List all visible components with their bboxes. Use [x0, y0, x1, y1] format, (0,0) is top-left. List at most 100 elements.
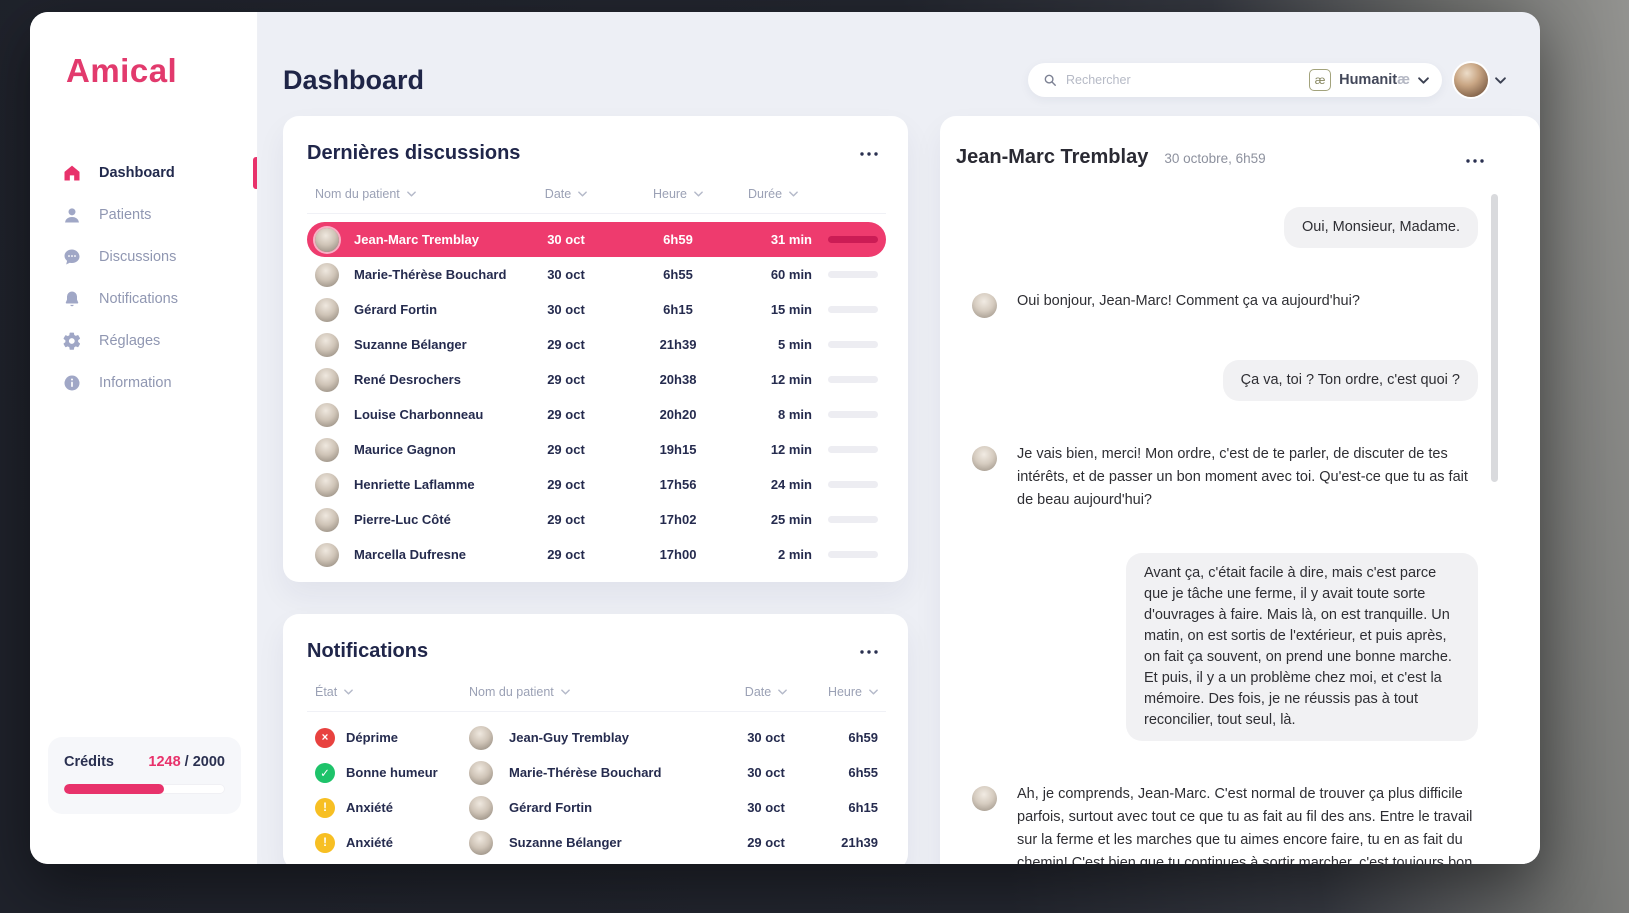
chat-datetime: 30 octobre, 6h59	[1164, 151, 1265, 166]
patient-name: Henriette Laflamme	[354, 477, 475, 492]
sidebar-item-discussions[interactable]: Discussions	[30, 236, 257, 278]
table-row[interactable]: Maurice Gagnon 29 oct 19h15 12 min	[307, 432, 886, 467]
search-icon	[1043, 73, 1057, 87]
discussion-time: 6h15	[614, 302, 742, 317]
info-icon	[62, 373, 82, 393]
sort-date[interactable]: Date	[518, 187, 614, 201]
search-bar: æ Humanitæ	[1028, 63, 1442, 97]
discussion-duration: 31 min	[742, 232, 812, 247]
notifications-panel: Notifications État Nom du patient Date H…	[283, 614, 908, 864]
chevron-down-icon	[694, 191, 703, 197]
duration-bar-track	[828, 446, 878, 453]
user-icon	[62, 205, 82, 225]
sidebar-item-reglages[interactable]: Réglages	[30, 320, 257, 362]
sidebar-item-patients[interactable]: Patients	[30, 194, 257, 236]
more-options-icon[interactable]	[856, 646, 882, 658]
sort-heure[interactable]: Heure	[814, 685, 878, 699]
search-input[interactable]	[1066, 73, 1309, 87]
credits-card: Crédits 1248 / 2000	[48, 737, 241, 814]
sidebar-item-label: Information	[99, 375, 172, 391]
avatar	[315, 228, 339, 252]
sort-name[interactable]: Nom du patient	[469, 685, 718, 699]
avatar	[315, 403, 339, 427]
notification-time: 6h59	[814, 730, 878, 745]
patient-name: Suzanne Bélanger	[354, 337, 467, 352]
table-row[interactable]: René Desrochers 29 oct 20h38 12 min	[307, 362, 886, 397]
chat-scrollbar[interactable]	[1491, 194, 1498, 482]
chevron-down-icon	[578, 191, 587, 197]
top-header: Dashboard æ Humanitæ	[283, 12, 1540, 116]
sort-heure[interactable]: Heure	[614, 187, 742, 201]
discussion-duration: 12 min	[742, 372, 812, 387]
duration-bar-track	[828, 411, 878, 418]
status-label: Bonne humeur	[346, 765, 438, 780]
patient-name: Gérard Fortin	[354, 302, 437, 317]
avatar	[469, 726, 493, 750]
notification-date: 29 oct	[718, 835, 814, 850]
avatar	[315, 263, 339, 287]
discussion-time: 17h56	[614, 477, 742, 492]
patient-name: Gérard Fortin	[509, 800, 592, 815]
sidebar-item-information[interactable]: Information	[30, 362, 257, 404]
discussion-duration: 8 min	[742, 407, 812, 422]
notification-date: 30 oct	[718, 765, 814, 780]
notification-row[interactable]: !Anxiété Gérard Fortin 30 oct 6h15	[307, 790, 886, 825]
notification-row[interactable]: ✓Bonne humeur Marie-Thérèse Bouchard 30 …	[307, 755, 886, 790]
notification-row[interactable]: ×Déprime Jean-Guy Tremblay 30 oct 6h59	[307, 720, 886, 755]
chevron-down-icon	[869, 689, 878, 695]
avatar	[315, 368, 339, 392]
message-text: Avant ça, c'était facile à dire, mais c'…	[1126, 553, 1478, 741]
discussion-time: 17h02	[614, 512, 742, 527]
chat-message: Avant ça, c'était facile à dire, mais c'…	[972, 553, 1478, 741]
duration-bar-track	[828, 271, 878, 278]
discussion-date: 29 oct	[518, 372, 614, 387]
chat-panel: Jean-Marc Tremblay 30 octobre, 6h59 Oui,…	[940, 116, 1540, 864]
table-row[interactable]: Gérard Fortin 30 oct 6h15 15 min	[307, 292, 886, 327]
discussion-date: 29 oct	[518, 337, 614, 352]
sort-duree[interactable]: Durée	[742, 187, 878, 201]
notifications-title: Notifications	[307, 640, 428, 663]
sort-date[interactable]: Date	[718, 685, 814, 699]
discussion-duration: 12 min	[742, 442, 812, 457]
patient-name: René Desrochers	[354, 372, 461, 387]
discussion-time: 20h38	[614, 372, 742, 387]
sort-etat[interactable]: État	[315, 685, 469, 699]
more-options-icon[interactable]	[856, 148, 882, 160]
more-options-icon[interactable]	[1462, 155, 1488, 167]
table-row[interactable]: Marcella Dufresne 29 oct 17h00 2 min	[307, 537, 886, 572]
content: Dernières discussions Nom du patient Dat…	[283, 116, 1540, 864]
table-row[interactable]: Jean-Marc Tremblay 30 oct 6h59 31 min	[307, 222, 886, 257]
table-row[interactable]: Pierre-Luc Côté 29 oct 17h02 25 min	[307, 502, 886, 537]
patient-name: Marie-Thérèse Bouchard	[354, 267, 506, 282]
sort-name[interactable]: Nom du patient	[315, 187, 518, 201]
language-selector[interactable]: æ Humanitæ	[1309, 69, 1429, 91]
discussion-duration: 25 min	[742, 512, 812, 527]
home-icon	[62, 163, 82, 183]
message-text: Ah, je comprends, Jean-Marc. C'est norma…	[1017, 783, 1478, 864]
discussion-date: 29 oct	[518, 512, 614, 527]
discussions-rows: Jean-Marc Tremblay 30 oct 6h59 31 min Ma…	[307, 222, 886, 572]
chevron-down-icon	[407, 191, 416, 197]
duration-bar-track	[828, 551, 878, 558]
sidebar-item-label: Notifications	[99, 291, 178, 307]
discussion-time: 17h00	[614, 547, 742, 562]
avatar	[315, 473, 339, 497]
discussion-duration: 24 min	[742, 477, 812, 492]
avatar	[315, 508, 339, 532]
table-row[interactable]: Marie-Thérèse Bouchard 30 oct 6h55 60 mi…	[307, 257, 886, 292]
chevron-down-icon	[1495, 77, 1506, 84]
duration-bar-track	[828, 341, 878, 348]
table-row[interactable]: Henriette Laflamme 29 oct 17h56 24 min	[307, 467, 886, 502]
discussion-date: 30 oct	[518, 302, 614, 317]
patient-name: Marcella Dufresne	[354, 547, 466, 562]
avatar	[315, 333, 339, 357]
sidebar-item-notifications[interactable]: Notifications	[30, 278, 257, 320]
sidebar-item-dashboard[interactable]: Dashboard	[30, 152, 257, 194]
message-text: Oui, Monsieur, Madame.	[1284, 207, 1478, 248]
avatar	[315, 543, 339, 567]
table-row[interactable]: Louise Charbonneau 29 oct 20h20 8 min	[307, 397, 886, 432]
app-window: Amical Dashboard Patients Discussions No…	[30, 12, 1540, 864]
table-row[interactable]: Suzanne Bélanger 29 oct 21h39 5 min	[307, 327, 886, 362]
notification-row[interactable]: !Anxiété Suzanne Bélanger 29 oct 21h39	[307, 825, 886, 860]
profile-menu[interactable]	[1454, 63, 1506, 97]
